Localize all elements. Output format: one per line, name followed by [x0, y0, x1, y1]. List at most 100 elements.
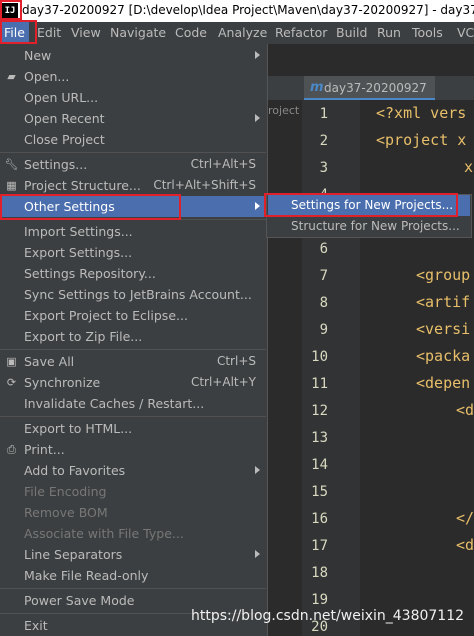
menu-item-label: Add to Favorites	[24, 463, 126, 478]
line-number: 10	[311, 349, 328, 365]
editor-tab-pom[interactable]: m day37-20200927	[304, 76, 435, 100]
sync-icon: ⟳	[6, 376, 17, 389]
line-number-gutter: 1 2 3 4 5 6 7 8 9 10 11 12 13 14 15 16 1…	[302, 100, 360, 636]
window-title: day37-20200927 [D:\develop\Idea Project\…	[22, 3, 474, 17]
submenu-arrow-icon	[255, 114, 260, 122]
menu-run[interactable]: Run	[377, 25, 401, 40]
menu-item-label: Open...	[24, 69, 70, 84]
menu-item-export-zip[interactable]: Export to Zip File...	[0, 326, 266, 347]
code-line: x	[464, 158, 474, 176]
code-line: <project x	[376, 131, 467, 149]
line-number: 1	[319, 106, 328, 122]
menu-item-associate-file-type: Associate with File Type...	[0, 523, 266, 544]
editor-tab-label: day37-20200927	[324, 81, 427, 95]
menu-code[interactable]: Code	[175, 25, 207, 40]
line-number: 14	[311, 457, 328, 473]
menu-item-label: Import Settings...	[24, 224, 133, 239]
menu-navigate[interactable]: Navigate	[110, 25, 166, 40]
menu-item-sync-settings[interactable]: Sync Settings to JetBrains Account...	[0, 284, 266, 305]
menu-item-export-settings[interactable]: Export Settings...	[0, 242, 266, 263]
menu-item-label: Settings...	[24, 157, 88, 172]
menu-view[interactable]: View	[71, 25, 101, 40]
menu-item-close-project[interactable]: Close Project	[0, 129, 266, 150]
menu-item-label: Remove BOM	[24, 505, 108, 520]
menu-item-settings[interactable]: 🔧︎ Settings... Ctrl+Alt+S	[0, 154, 266, 175]
menu-item-open[interactable]: ▰ Open...	[0, 66, 266, 87]
menu-item-shortcut: Ctrl+S	[216, 354, 256, 368]
line-number: 9	[319, 322, 328, 338]
menu-item-remove-bom: Remove BOM	[0, 502, 266, 523]
menu-vcs[interactable]: VC	[457, 25, 474, 40]
menu-item-save-all[interactable]: ▣ Save All Ctrl+S	[0, 351, 266, 372]
menu-item-line-separators[interactable]: Line Separators	[0, 544, 266, 565]
folder-icon: ▰	[7, 70, 16, 83]
menu-item-label: Invalidate Caches / Restart...	[24, 396, 205, 411]
menu-separator	[0, 416, 266, 417]
code-line: <packa	[416, 347, 471, 365]
submenu-arrow-icon	[255, 550, 260, 558]
menu-separator	[0, 152, 266, 153]
menu-item-label: Line Separators	[24, 547, 123, 562]
menu-item-shortcut: Ctrl+Alt+Shift+S	[153, 178, 256, 192]
menu-refactor[interactable]: Refactor	[275, 25, 327, 40]
menu-item-label: Power Save Mode	[24, 593, 135, 608]
maven-file-icon: m	[310, 80, 324, 95]
watermark-text: https://blog.csdn.net/weixin_43807112	[191, 608, 465, 624]
menu-item-label: Structure for New Projects...	[291, 219, 460, 233]
line-number: 17	[311, 538, 328, 554]
submenu-item-structure-new-projects[interactable]: Structure for New Projects...	[268, 216, 470, 237]
menu-item-make-readonly[interactable]: Make File Read-only	[0, 565, 266, 586]
menu-item-label: Sync Settings to JetBrains Account...	[24, 287, 252, 302]
menu-item-label: Export to Zip File...	[24, 329, 143, 344]
menu-item-label: Save All	[24, 354, 75, 369]
code-line: <d	[456, 536, 474, 554]
window-title-bar: IJ day37-20200927 [D:\develop\Idea Proje…	[0, 0, 474, 22]
menu-item-export-html[interactable]: Export to HTML...	[0, 418, 266, 439]
project-panel-fragment: roject	[268, 104, 300, 117]
menu-item-label: Export to HTML...	[24, 421, 133, 436]
menu-item-export-eclipse[interactable]: Export Project to Eclipse...	[0, 305, 266, 326]
menu-item-print[interactable]: ⎙ Print...	[0, 439, 266, 460]
editor-tab-bar: m day37-20200927	[268, 76, 474, 100]
line-number: 11	[311, 376, 328, 392]
menu-item-label: New	[24, 48, 52, 63]
menu-item-label: Export Settings...	[24, 245, 133, 260]
annotation-box-app-icon	[0, 0, 22, 20]
menu-item-label: Settings Repository...	[24, 266, 156, 281]
menu-item-add-favorites[interactable]: Add to Favorites	[0, 460, 266, 481]
menu-item-file-encoding: File Encoding	[0, 481, 266, 502]
save-icon: ▣	[6, 355, 17, 368]
line-number: 15	[311, 484, 328, 500]
menu-item-label: Close Project	[24, 132, 105, 147]
annotation-box-file-menu	[0, 20, 37, 44]
menu-item-open-recent[interactable]: Open Recent	[0, 108, 266, 129]
menu-separator	[0, 349, 266, 350]
menu-item-label: Exit	[24, 618, 48, 633]
menu-item-new[interactable]: New	[0, 45, 266, 66]
code-line: <d	[456, 401, 474, 419]
menu-item-label: File Encoding	[24, 484, 107, 499]
menu-item-project-structure[interactable]: ▦ Project Structure... Ctrl+Alt+Shift+S	[0, 175, 266, 196]
line-number: 3	[319, 160, 328, 176]
line-number: 2	[319, 133, 328, 149]
line-number: 13	[311, 430, 328, 446]
menu-item-open-url[interactable]: Open URL...	[0, 87, 266, 108]
menu-item-import-settings[interactable]: Import Settings...	[0, 221, 266, 242]
annotation-box-settings-new-projects	[264, 193, 458, 217]
menu-item-synchronize[interactable]: ⟳ Synchronize Ctrl+Alt+Y	[0, 372, 266, 393]
menu-build[interactable]: Build	[336, 25, 367, 40]
menu-bar: File Edit View Navigate Code Analyze Ref…	[0, 22, 474, 44]
line-number: 8	[319, 295, 328, 311]
menu-item-label: Open Recent	[24, 111, 105, 126]
menu-item-label: Associate with File Type...	[24, 526, 184, 541]
code-line: <?xml vers	[376, 104, 467, 122]
menu-item-shortcut: Ctrl+Alt+S	[190, 157, 256, 171]
menu-edit[interactable]: Edit	[37, 25, 61, 40]
submenu-arrow-icon	[255, 202, 260, 210]
menu-analyze[interactable]: Analyze	[218, 25, 267, 40]
menu-tools[interactable]: Tools	[412, 25, 443, 40]
menu-item-settings-repository[interactable]: Settings Repository...	[0, 263, 266, 284]
menu-item-invalidate-caches[interactable]: Invalidate Caches / Restart...	[0, 393, 266, 414]
submenu-arrow-icon	[255, 466, 260, 474]
code-line: <artif	[416, 293, 471, 311]
